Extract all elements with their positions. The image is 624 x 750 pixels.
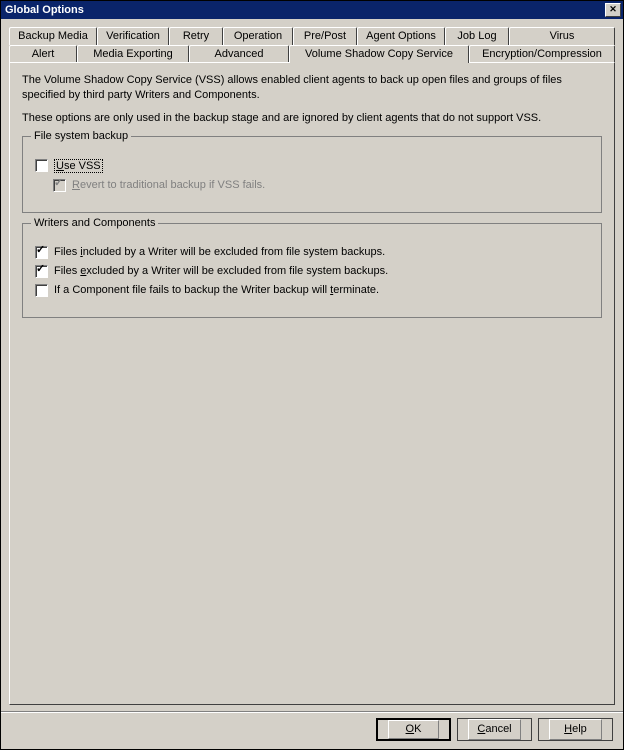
close-icon[interactable]: ✕: [605, 3, 621, 17]
cancel-button[interactable]: Cancel: [457, 718, 532, 741]
option-files-excluded: Files excluded by a Writer will be exclu…: [35, 265, 589, 278]
tab-alert[interactable]: Alert: [9, 45, 77, 63]
label-files-included: Files included by a Writer will be exclu…: [54, 246, 385, 258]
vss-description-1: The Volume Shadow Copy Service (VSS) all…: [22, 73, 602, 103]
ok-button[interactable]: OK: [376, 718, 451, 741]
checkbox-use-vss[interactable]: [35, 159, 48, 172]
window-title: Global Options: [5, 4, 84, 16]
tab-panel-vss: The Volume Shadow Copy Service (VSS) all…: [9, 62, 615, 705]
tab-advanced[interactable]: Advanced: [189, 45, 289, 63]
button-bar: OK Cancel Help: [1, 711, 623, 749]
help-button[interactable]: Help: [538, 718, 613, 741]
tab-backup-media[interactable]: Backup Media: [9, 27, 97, 45]
fieldset-file-system-backup: File system backup Use VSS Revert to tra…: [22, 136, 602, 213]
label-files-excluded: Files excluded by a Writer will be exclu…: [54, 265, 388, 277]
option-terminate-on-fail: If a Component file fails to backup the …: [35, 284, 589, 297]
tab-vss[interactable]: Volume Shadow Copy Service: [289, 45, 469, 63]
tab-retry[interactable]: Retry: [169, 27, 223, 45]
tab-encryption[interactable]: Encryption/Compression: [469, 45, 615, 63]
tab-job-log[interactable]: Job Log: [445, 27, 509, 45]
tabs: Backup Media Verification Retry Operatio…: [9, 27, 615, 63]
tab-virus[interactable]: Virus: [509, 27, 615, 45]
checkbox-terminate-on-fail[interactable]: [35, 284, 48, 297]
checkbox-files-excluded[interactable]: [35, 265, 48, 278]
tab-row-1: Backup Media Verification Retry Operatio…: [9, 27, 615, 45]
label-terminate-on-fail: If a Component file fails to backup the …: [54, 284, 379, 296]
legend-file-system-backup: File system backup: [31, 130, 131, 142]
legend-writers-components: Writers and Components: [31, 217, 158, 229]
tab-verification[interactable]: Verification: [97, 27, 169, 45]
global-options-window: Global Options ✕ Backup Media Verificati…: [0, 0, 624, 750]
option-files-included: Files included by a Writer will be exclu…: [35, 246, 589, 259]
tab-media-exporting[interactable]: Media Exporting: [77, 45, 189, 63]
titlebar: Global Options ✕: [1, 1, 623, 19]
tab-pre-post[interactable]: Pre/Post: [293, 27, 357, 45]
dialog-body: Backup Media Verification Retry Operatio…: [1, 19, 623, 711]
label-use-vss: Use VSS: [54, 159, 103, 173]
tab-row-2: Alert Media Exporting Advanced Volume Sh…: [9, 45, 615, 63]
checkbox-revert-traditional: [53, 179, 66, 192]
checkbox-files-included[interactable]: [35, 246, 48, 259]
tab-operation[interactable]: Operation: [223, 27, 293, 45]
tab-agent-options[interactable]: Agent Options: [357, 27, 445, 45]
fieldset-writers-components: Writers and Components Files included by…: [22, 223, 602, 318]
option-use-vss: Use VSS: [35, 159, 589, 173]
option-revert-traditional: Revert to traditional backup if VSS fail…: [53, 179, 589, 192]
label-revert-traditional: Revert to traditional backup if VSS fail…: [72, 179, 265, 191]
vss-description-2: These options are only used in the backu…: [22, 111, 602, 126]
